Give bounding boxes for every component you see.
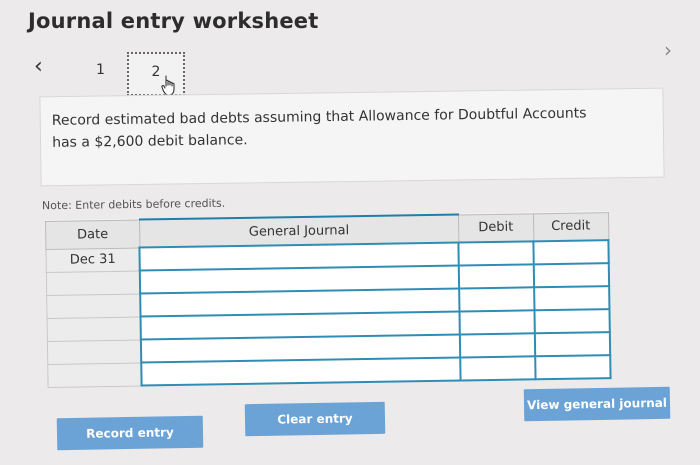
previous-step-button[interactable]: ‹ <box>34 56 43 78</box>
debit-input[interactable] <box>459 287 535 312</box>
page-title: Journal entry worksheet <box>28 9 319 33</box>
date-cell: Dec 31 <box>45 247 141 272</box>
record-entry-button[interactable]: Record entry <box>56 415 204 451</box>
chevron-right-icon: › <box>664 38 672 62</box>
pointer-hand-icon <box>161 75 175 96</box>
clear-entry-button[interactable]: Clear entry <box>244 401 386 437</box>
debit-column-header: Debit <box>458 213 534 243</box>
credit-input[interactable] <box>534 309 610 334</box>
note-text: Note: Enter debits before credits. <box>41 196 226 213</box>
credit-input[interactable] <box>534 332 611 357</box>
date-cell <box>46 270 141 295</box>
view-general-journal-button[interactable]: View general journal <box>523 386 671 422</box>
date-cell <box>47 339 142 364</box>
credit-input[interactable] <box>533 263 610 288</box>
debit-input[interactable] <box>458 241 534 266</box>
step-tab-1[interactable]: 1 <box>96 62 105 78</box>
debit-input[interactable] <box>460 356 536 381</box>
credit-input[interactable] <box>533 240 609 265</box>
debit-input[interactable] <box>459 264 535 289</box>
debit-input[interactable] <box>460 333 536 358</box>
date-cell <box>47 316 142 341</box>
journal-table: Date General Journal Debit Credit Dec 31 <box>45 211 612 388</box>
date-cell <box>47 362 142 387</box>
account-input[interactable] <box>141 357 461 386</box>
credit-column-header: Credit <box>533 212 609 242</box>
next-step-button[interactable]: › <box>664 40 672 60</box>
debit-input[interactable] <box>459 310 535 335</box>
credit-input[interactable] <box>535 355 611 380</box>
date-cell <box>46 293 141 318</box>
credit-input[interactable] <box>534 286 610 311</box>
chevron-left-icon: ‹ <box>34 54 43 79</box>
date-column-header: Date <box>45 219 140 249</box>
instruction-text: Record estimated bad debts assuming that… <box>51 105 587 151</box>
